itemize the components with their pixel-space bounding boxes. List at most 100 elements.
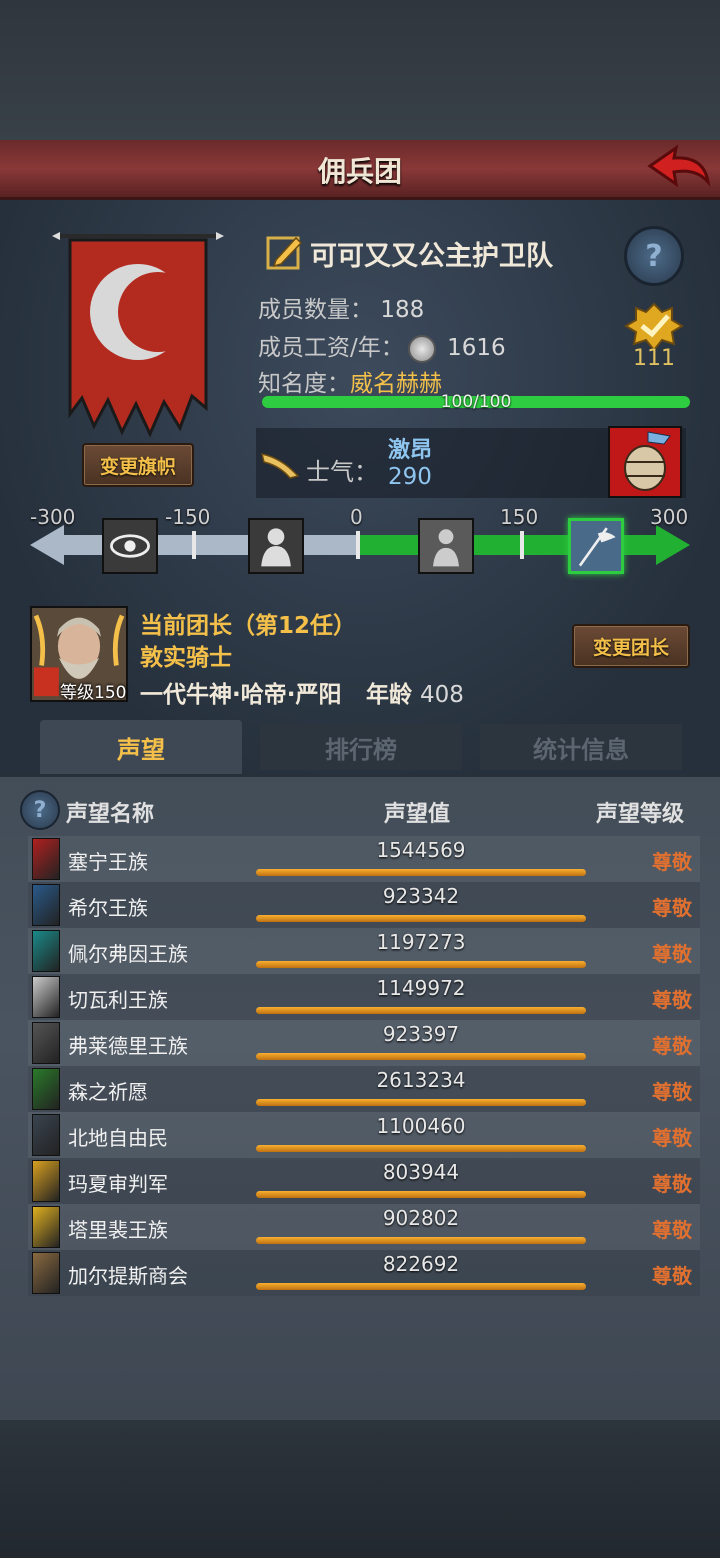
salary-label: 成员工资/年： [258, 335, 404, 361]
reputation-bar [256, 869, 586, 876]
table-row[interactable]: 弗莱德里王族 923397 尊敬 [28, 1020, 700, 1066]
faction-crest-icon [32, 838, 60, 880]
reputation-value: 902802 [382, 1206, 460, 1230]
leader-age-label: 年龄 [366, 682, 412, 708]
reputation-bar [256, 1237, 586, 1244]
morale-tick-label: 300 [650, 505, 689, 529]
silver-coin-icon [407, 334, 436, 363]
reputation-value: 1544569 [376, 838, 466, 862]
reputation-bar [256, 1283, 586, 1290]
column-header-value: 声望值 [384, 802, 451, 827]
members-label: 成员数量： [258, 297, 373, 323]
reputation-bar [256, 1191, 586, 1198]
edit-name-icon[interactable] [266, 232, 304, 270]
column-header-level: 声望等级 [596, 802, 685, 827]
morale-tick-label: 150 [500, 505, 539, 529]
reputation-value: 2613234 [376, 1068, 466, 1092]
banner-flag-icon [52, 232, 224, 438]
morale-tick-label: -150 [165, 505, 211, 529]
back-arrow-icon[interactable] [646, 142, 712, 194]
leader-age-value: 408 [420, 682, 464, 708]
tab-statistics[interactable]: 统计信息 [480, 724, 682, 770]
table-row[interactable]: 佩尔弗因王族 1197273 尊敬 [28, 928, 700, 974]
faction-name: 北地自由民 [68, 1126, 168, 1150]
flag-charge-icon [568, 518, 624, 574]
faction-name: 弗莱德里王族 [68, 1034, 188, 1058]
leader-name: 一代牛神·哈帝·严阳 [140, 682, 342, 708]
morale-label: 士气： [306, 458, 378, 486]
change-banner-button[interactable]: 变更旗帜 [82, 443, 194, 487]
reputation-value: 1149972 [376, 976, 466, 1000]
reputation-value: 1197273 [376, 930, 466, 954]
medal-count: 111 [633, 346, 675, 371]
leader-level: 等级150 [60, 683, 127, 703]
faction-crest-icon [32, 976, 60, 1018]
members-stat: 成员数量： 188 [258, 290, 424, 324]
table-row[interactable]: 塔里裴王族 902802 尊敬 [28, 1204, 700, 1250]
reputation-level: 尊敬 [652, 850, 692, 874]
reputation-value: 822692 [382, 1252, 460, 1276]
salary-value: 1616 [447, 335, 506, 361]
team-name: 可可又又公主护卫队 [310, 241, 553, 272]
table-row[interactable]: 希尔王族 923342 尊敬 [28, 882, 700, 928]
horn-icon [260, 453, 300, 479]
faction-crest-icon [32, 1206, 60, 1248]
faction-crest-icon [32, 930, 60, 972]
tab-reputation[interactable]: 声望 [40, 720, 242, 774]
cowering-icon [248, 518, 304, 574]
faction-crest-icon [32, 1068, 60, 1110]
page-title: 佣兵团 [317, 155, 402, 188]
reputation-value: 923342 [382, 884, 460, 908]
eye-icon [102, 518, 158, 574]
reputation-value: 803944 [382, 1160, 460, 1184]
salary-stat: 成员工资/年： 1616 [258, 328, 506, 363]
leader-age: 年龄 408 [366, 675, 464, 709]
reputation-level: 尊敬 [652, 1172, 692, 1196]
table-row[interactable]: 塞宁王族 1544569 尊敬 [28, 836, 700, 882]
faction-crest-icon [32, 1022, 60, 1064]
morale-state: 激昂 [388, 438, 433, 463]
reputation-level: 尊敬 [652, 1126, 692, 1150]
table-row[interactable]: 森之祈愿 2613234 尊敬 [28, 1066, 700, 1112]
faction-name: 切瓦利王族 [68, 988, 168, 1012]
reputation-bar [256, 915, 586, 922]
faction-name: 森之祈愿 [68, 1080, 148, 1104]
barrel-icon[interactable] [608, 426, 682, 498]
morale-tick-label: 0 [350, 505, 363, 529]
table-row[interactable]: 切瓦利王族 1149972 尊敬 [28, 974, 700, 1020]
members-value: 188 [380, 297, 425, 323]
reputation-bar [256, 1053, 586, 1060]
reputation-level: 尊敬 [652, 1264, 692, 1288]
bottom-background [0, 1420, 720, 1558]
faction-crest-icon [32, 884, 60, 926]
prayer-icon [418, 518, 474, 574]
faction-name: 塔里裴王族 [68, 1218, 168, 1242]
help-icon[interactable]: ? [624, 226, 684, 286]
morale-value: 290 [388, 464, 432, 490]
change-leader-button[interactable]: 变更团长 [572, 624, 690, 668]
table-row[interactable]: 北地自由民 1100460 尊敬 [28, 1112, 700, 1158]
reputation-level: 尊敬 [652, 896, 692, 920]
reputation-level: 尊敬 [652, 1218, 692, 1242]
reputation-bar [256, 1007, 586, 1014]
faction-name: 玛夏审判军 [68, 1172, 168, 1196]
faction-crest-icon [32, 1114, 60, 1156]
reputation-help-icon[interactable]: ? [20, 790, 60, 830]
tab-ranking[interactable]: 排行榜 [260, 724, 462, 770]
faction-crest-icon [32, 1160, 60, 1202]
reputation-value: 923397 [382, 1022, 460, 1046]
reputation-level: 尊敬 [652, 988, 692, 1012]
reputation-level: 尊敬 [652, 1080, 692, 1104]
reputation-bar [256, 961, 586, 968]
reputation-bar [256, 1099, 586, 1106]
faction-name: 佩尔弗因王族 [68, 942, 188, 966]
reputation-level: 尊敬 [652, 942, 692, 966]
column-header-name: 声望名称 [66, 802, 155, 827]
table-row[interactable]: 玛夏审判军 803944 尊敬 [28, 1158, 700, 1204]
faction-name: 加尔提斯商会 [68, 1264, 188, 1288]
fame-progress-text: 100/100 [440, 392, 512, 412]
top-background [0, 0, 720, 140]
reputation-value: 1100460 [376, 1114, 466, 1138]
reputation-level: 尊敬 [652, 1034, 692, 1058]
table-row[interactable]: 加尔提斯商会 822692 尊敬 [28, 1250, 700, 1296]
